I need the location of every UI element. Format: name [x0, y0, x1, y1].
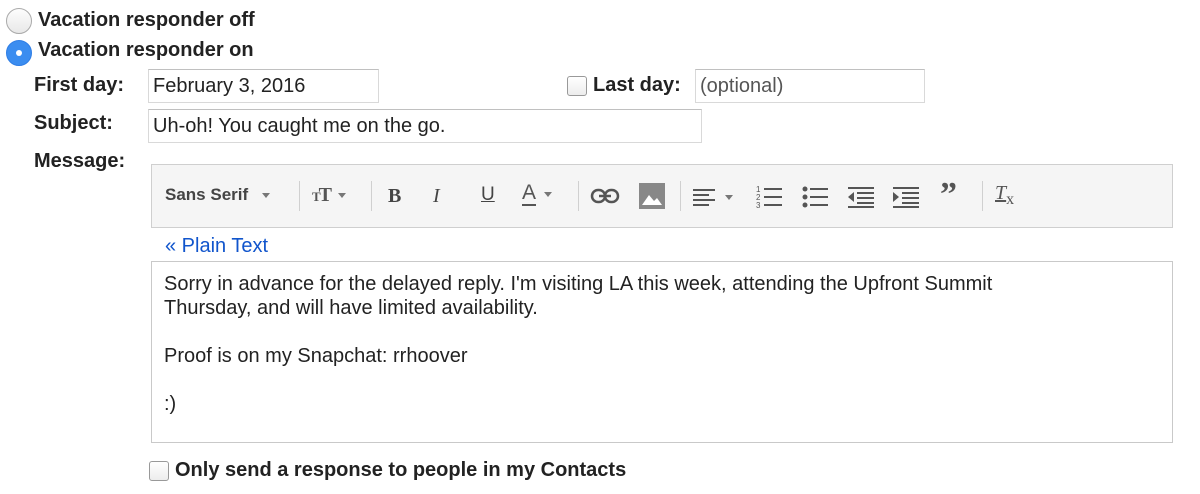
align-icon	[693, 189, 715, 206]
font-size-icon: TT	[312, 184, 332, 206]
toolbar-divider	[982, 181, 983, 211]
message-line: Thursday, and will have limited availabi…	[164, 297, 538, 319]
contacts-only-checkbox[interactable]	[149, 461, 169, 481]
indent-less-icon[interactable]	[848, 186, 874, 208]
font-size-button[interactable]: TT	[312, 184, 347, 207]
message-line: Sorry in advance for the delayed reply. …	[164, 273, 993, 295]
chevron-down-icon	[544, 191, 553, 197]
last-day-checkbox[interactable]	[567, 76, 587, 96]
responder-on-radio[interactable]	[6, 40, 32, 66]
message-blank-line	[164, 368, 1160, 392]
bulleted-list-icon[interactable]	[802, 185, 828, 209]
quote-icon[interactable]: ”	[940, 176, 957, 214]
indent-more-icon[interactable]	[893, 186, 919, 208]
first-day-label: First day:	[34, 74, 125, 96]
font-family-select[interactable]: Sans Serif	[165, 185, 271, 205]
toolbar-divider	[578, 181, 579, 211]
underline-button[interactable]: U	[481, 184, 495, 206]
last-day-input[interactable]: (optional)	[695, 69, 925, 103]
link-icon[interactable]	[590, 188, 620, 204]
responder-off-radio[interactable]	[6, 8, 32, 34]
svg-text:3: 3	[756, 201, 761, 210]
bold-button[interactable]: B	[388, 185, 401, 208]
align-button[interactable]	[693, 188, 733, 206]
contacts-only-label[interactable]: Only send a response to people in my Con…	[175, 459, 626, 482]
message-line: :)	[164, 393, 177, 415]
chevron-down-icon	[262, 192, 271, 198]
last-day-label: Last day:	[593, 74, 681, 96]
toolbar-divider	[680, 181, 681, 211]
first-day-input[interactable]: February 3, 2016	[148, 69, 379, 103]
font-family-label: Sans Serif	[165, 185, 249, 204]
italic-button[interactable]: I	[433, 185, 440, 208]
subject-input[interactable]: Uh-oh! You caught me on the go.	[148, 109, 702, 143]
message-blank-line	[164, 320, 1160, 344]
message-label: Message:	[34, 150, 126, 172]
chevron-down-icon	[338, 193, 347, 198]
responder-on-label[interactable]: Vacation responder on	[38, 39, 254, 62]
message-editor[interactable]: Sorry in advance for the delayed reply. …	[151, 261, 1173, 443]
toolbar-divider	[299, 181, 300, 211]
remove-formatting-icon[interactable]: Tx	[995, 182, 1014, 208]
message-line: Proof is on my Snapchat: rrhoover	[164, 345, 468, 367]
responder-off-label[interactable]: Vacation responder off	[38, 9, 255, 32]
text-color-icon: A	[522, 181, 537, 206]
image-icon[interactable]	[639, 183, 665, 209]
chevron-down-icon	[725, 194, 733, 200]
plain-text-link[interactable]: « Plain Text	[165, 235, 268, 258]
numbered-list-icon[interactable]: 1 2 3	[756, 184, 782, 210]
text-color-button[interactable]: A	[522, 181, 553, 206]
toolbar-divider	[371, 181, 372, 211]
subject-label: Subject:	[34, 112, 113, 134]
